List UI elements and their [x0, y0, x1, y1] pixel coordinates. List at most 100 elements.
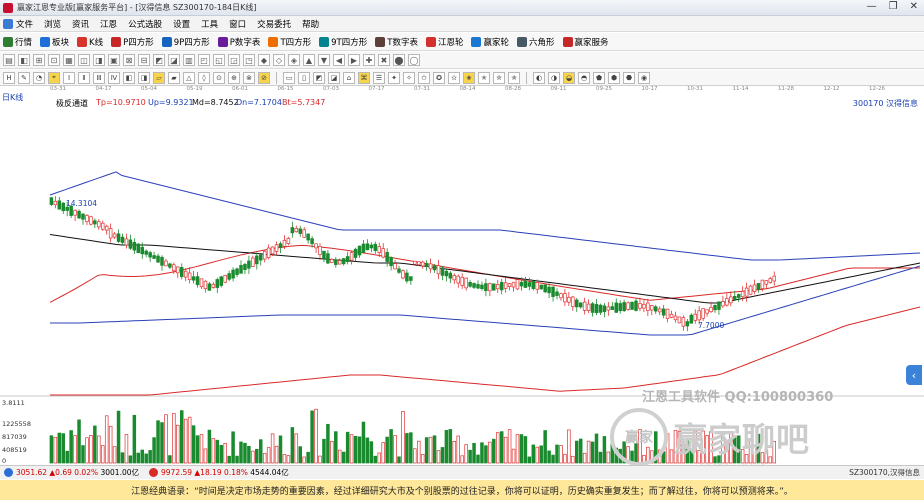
draw-tool-icon-9[interactable]: ⊟ [138, 54, 150, 66]
analysis-tool-icon-15[interactable]: ⊕ [228, 71, 240, 84]
toolbar-button-5[interactable]: P数字表 [217, 36, 260, 48]
draw-tool-icon-22[interactable]: ◀ [333, 54, 345, 66]
system-menu-icon[interactable] [3, 18, 13, 29]
analysis-tool-icon-27[interactable]: ✧ [403, 71, 415, 84]
menu-browse[interactable]: 浏览 [44, 18, 61, 30]
menu-tools[interactable]: 工具 [201, 18, 218, 30]
analysis-tool-icon-31[interactable]: ✬ [463, 71, 475, 84]
analysis-tool-icon-22[interactable]: ◪ [328, 71, 340, 84]
toolbar-button-9[interactable]: 江恩轮 [425, 36, 463, 48]
analysis-tool-icon-4[interactable]: Ⅰ [63, 71, 75, 84]
analysis-tool-icon-43[interactable]: ◉ [638, 71, 650, 84]
analysis-tool-icon-37[interactable]: ◑ [548, 71, 560, 84]
draw-tool-icon-7[interactable]: ▣ [108, 54, 120, 66]
analysis-tool-icon-2[interactable]: ◔ [33, 71, 45, 84]
draw-tool-icon-11[interactable]: ◪ [168, 54, 180, 66]
menu-help[interactable]: 帮助 [302, 18, 319, 30]
menu-trade[interactable]: 交易委托 [257, 18, 291, 30]
minimize-button[interactable]: — [867, 1, 877, 12]
analysis-tool-icon-16[interactable]: ⊗ [243, 71, 255, 84]
analysis-tool-icon-8[interactable]: ◧ [123, 71, 135, 84]
analysis-tool-icon-11[interactable]: ▰ [168, 71, 180, 84]
analysis-tool-icon-40[interactable]: ⬟ [593, 71, 605, 84]
analysis-tool-icon-9[interactable]: ◨ [138, 71, 150, 84]
analysis-tool-icon-21[interactable]: ◩ [313, 71, 325, 84]
analysis-tool-icon-28[interactable]: ✩ [418, 71, 430, 84]
analysis-tool-icon-7[interactable]: Ⅳ [108, 71, 120, 84]
toolbar-button-0[interactable]: 行情 [3, 36, 32, 48]
draw-tool-icon-27[interactable]: ◯ [408, 54, 420, 66]
draw-tool-icon-24[interactable]: ✚ [363, 54, 375, 66]
menu-gann[interactable]: 江恩 [100, 18, 117, 30]
analysis-tool-icon-13[interactable]: ◊ [198, 71, 210, 84]
analysis-tool-icon-3[interactable]: ⌖ [48, 71, 60, 84]
menu-settings[interactable]: 设置 [173, 18, 190, 30]
toolbar-button-6[interactable]: T四方形 [268, 36, 311, 48]
draw-tool-icon-21[interactable]: ▼ [318, 54, 330, 66]
draw-tool-icon-4[interactable]: ▦ [63, 54, 75, 66]
toolbar-button-12[interactable]: 赢家服务 [562, 36, 609, 48]
analysis-tool-icon-32[interactable]: ✭ [478, 71, 490, 84]
chevron-left-icon[interactable]: ‹ [906, 365, 922, 385]
draw-tool-icon-17[interactable]: ◆ [258, 54, 270, 66]
draw-tool-icon-2[interactable]: ⊞ [33, 54, 45, 66]
toolbar-button-4[interactable]: 9P四方形 [161, 36, 210, 48]
analysis-tool-icon-1[interactable]: ✎ [18, 71, 30, 84]
menu-formula-select[interactable]: 公式选股 [128, 18, 162, 30]
draw-tool-icon-12[interactable]: ▥ [183, 54, 195, 66]
analysis-tool-icon-36[interactable]: ◐ [533, 71, 545, 84]
analysis-tool-icon-26[interactable]: ✦ [388, 71, 400, 84]
analysis-tool-icon-30[interactable]: ✫ [448, 71, 460, 84]
draw-tool-icon-26[interactable]: ⬤ [393, 54, 405, 66]
toolbar-button-3[interactable]: P四方形 [111, 36, 154, 48]
analysis-tool-icon-25[interactable]: ☰ [373, 71, 385, 84]
analysis-tool-icon-6[interactable]: Ⅲ [93, 71, 105, 84]
shenzhen-index[interactable]: 9972.59 ▲18.19 0.18% 4544.04亿 [149, 467, 289, 478]
analysis-tool-icon-17[interactable]: ⊘ [258, 71, 270, 84]
analysis-tool-icon-34[interactable]: ✯ [508, 71, 520, 84]
draw-tool-icon-8[interactable]: ⊠ [123, 54, 135, 66]
analysis-tool-icon-20[interactable]: ▯ [298, 71, 310, 84]
draw-tool-icon-16[interactable]: ◳ [243, 54, 255, 66]
analysis-tool-icon-33[interactable]: ✮ [493, 71, 505, 84]
close-button[interactable]: ✕ [910, 1, 918, 12]
analysis-tool-icon-0[interactable]: H [3, 71, 15, 84]
analysis-tool-icon-19[interactable]: ▭ [283, 71, 295, 84]
draw-tool-icon-18[interactable]: ◇ [273, 54, 285, 66]
toolbar-button-11[interactable]: 六角形 [516, 36, 555, 48]
draw-tool-icon-25[interactable]: ✖ [378, 54, 390, 66]
analysis-tool-icon-39[interactable]: ◓ [578, 71, 590, 84]
analysis-tool-icon-24[interactable]: ⌘ [358, 71, 370, 84]
menu-news[interactable]: 资讯 [72, 18, 89, 30]
menu-window[interactable]: 窗口 [229, 18, 246, 30]
analysis-tool-icon-38[interactable]: ◒ [563, 71, 575, 84]
toolbar-button-10[interactable]: 赢家轮 [471, 36, 509, 48]
draw-tool-icon-20[interactable]: ▲ [303, 54, 315, 66]
analysis-tool-icon-29[interactable]: ✪ [433, 71, 445, 84]
toolbar-button-8[interactable]: T数字表 [375, 36, 418, 48]
analysis-tool-icon-14[interactable]: ⊙ [213, 71, 225, 84]
shanghai-index[interactable]: 3051.62 ▲0.69 0.02% 3001.00亿 [0, 467, 139, 478]
analysis-tool-icon-42[interactable]: ⬣ [623, 71, 635, 84]
toolbar-button-2[interactable]: K线 [77, 36, 103, 48]
draw-tool-icon-0[interactable]: ▤ [3, 54, 15, 66]
toolbar-button-7[interactable]: 9T四方形 [319, 36, 367, 48]
draw-tool-icon-15[interactable]: ◲ [228, 54, 240, 66]
analysis-tool-icon-41[interactable]: ⬢ [608, 71, 620, 84]
draw-tool-icon-19[interactable]: ◈ [288, 54, 300, 66]
menu-file[interactable]: 文件 [16, 18, 33, 30]
analysis-tool-icon-23[interactable]: ⌂ [343, 71, 355, 84]
draw-tool-icon-14[interactable]: ◱ [213, 54, 225, 66]
draw-tool-icon-6[interactable]: ◨ [93, 54, 105, 66]
analysis-tool-icon-12[interactable]: △ [183, 71, 195, 84]
maximize-button[interactable]: ❐ [889, 1, 898, 12]
draw-tool-icon-13[interactable]: ◰ [198, 54, 210, 66]
draw-tool-icon-3[interactable]: ⊡ [48, 54, 60, 66]
draw-tool-icon-23[interactable]: ▶ [348, 54, 360, 66]
analysis-tool-icon-10[interactable]: ▱ [153, 71, 165, 84]
draw-tool-icon-5[interactable]: ◫ [78, 54, 90, 66]
toolbar-button-1[interactable]: 板块 [40, 36, 69, 48]
draw-tool-icon-1[interactable]: ◧ [18, 54, 30, 66]
analysis-tool-icon-5[interactable]: Ⅱ [78, 71, 90, 84]
draw-tool-icon-10[interactable]: ◩ [153, 54, 165, 66]
